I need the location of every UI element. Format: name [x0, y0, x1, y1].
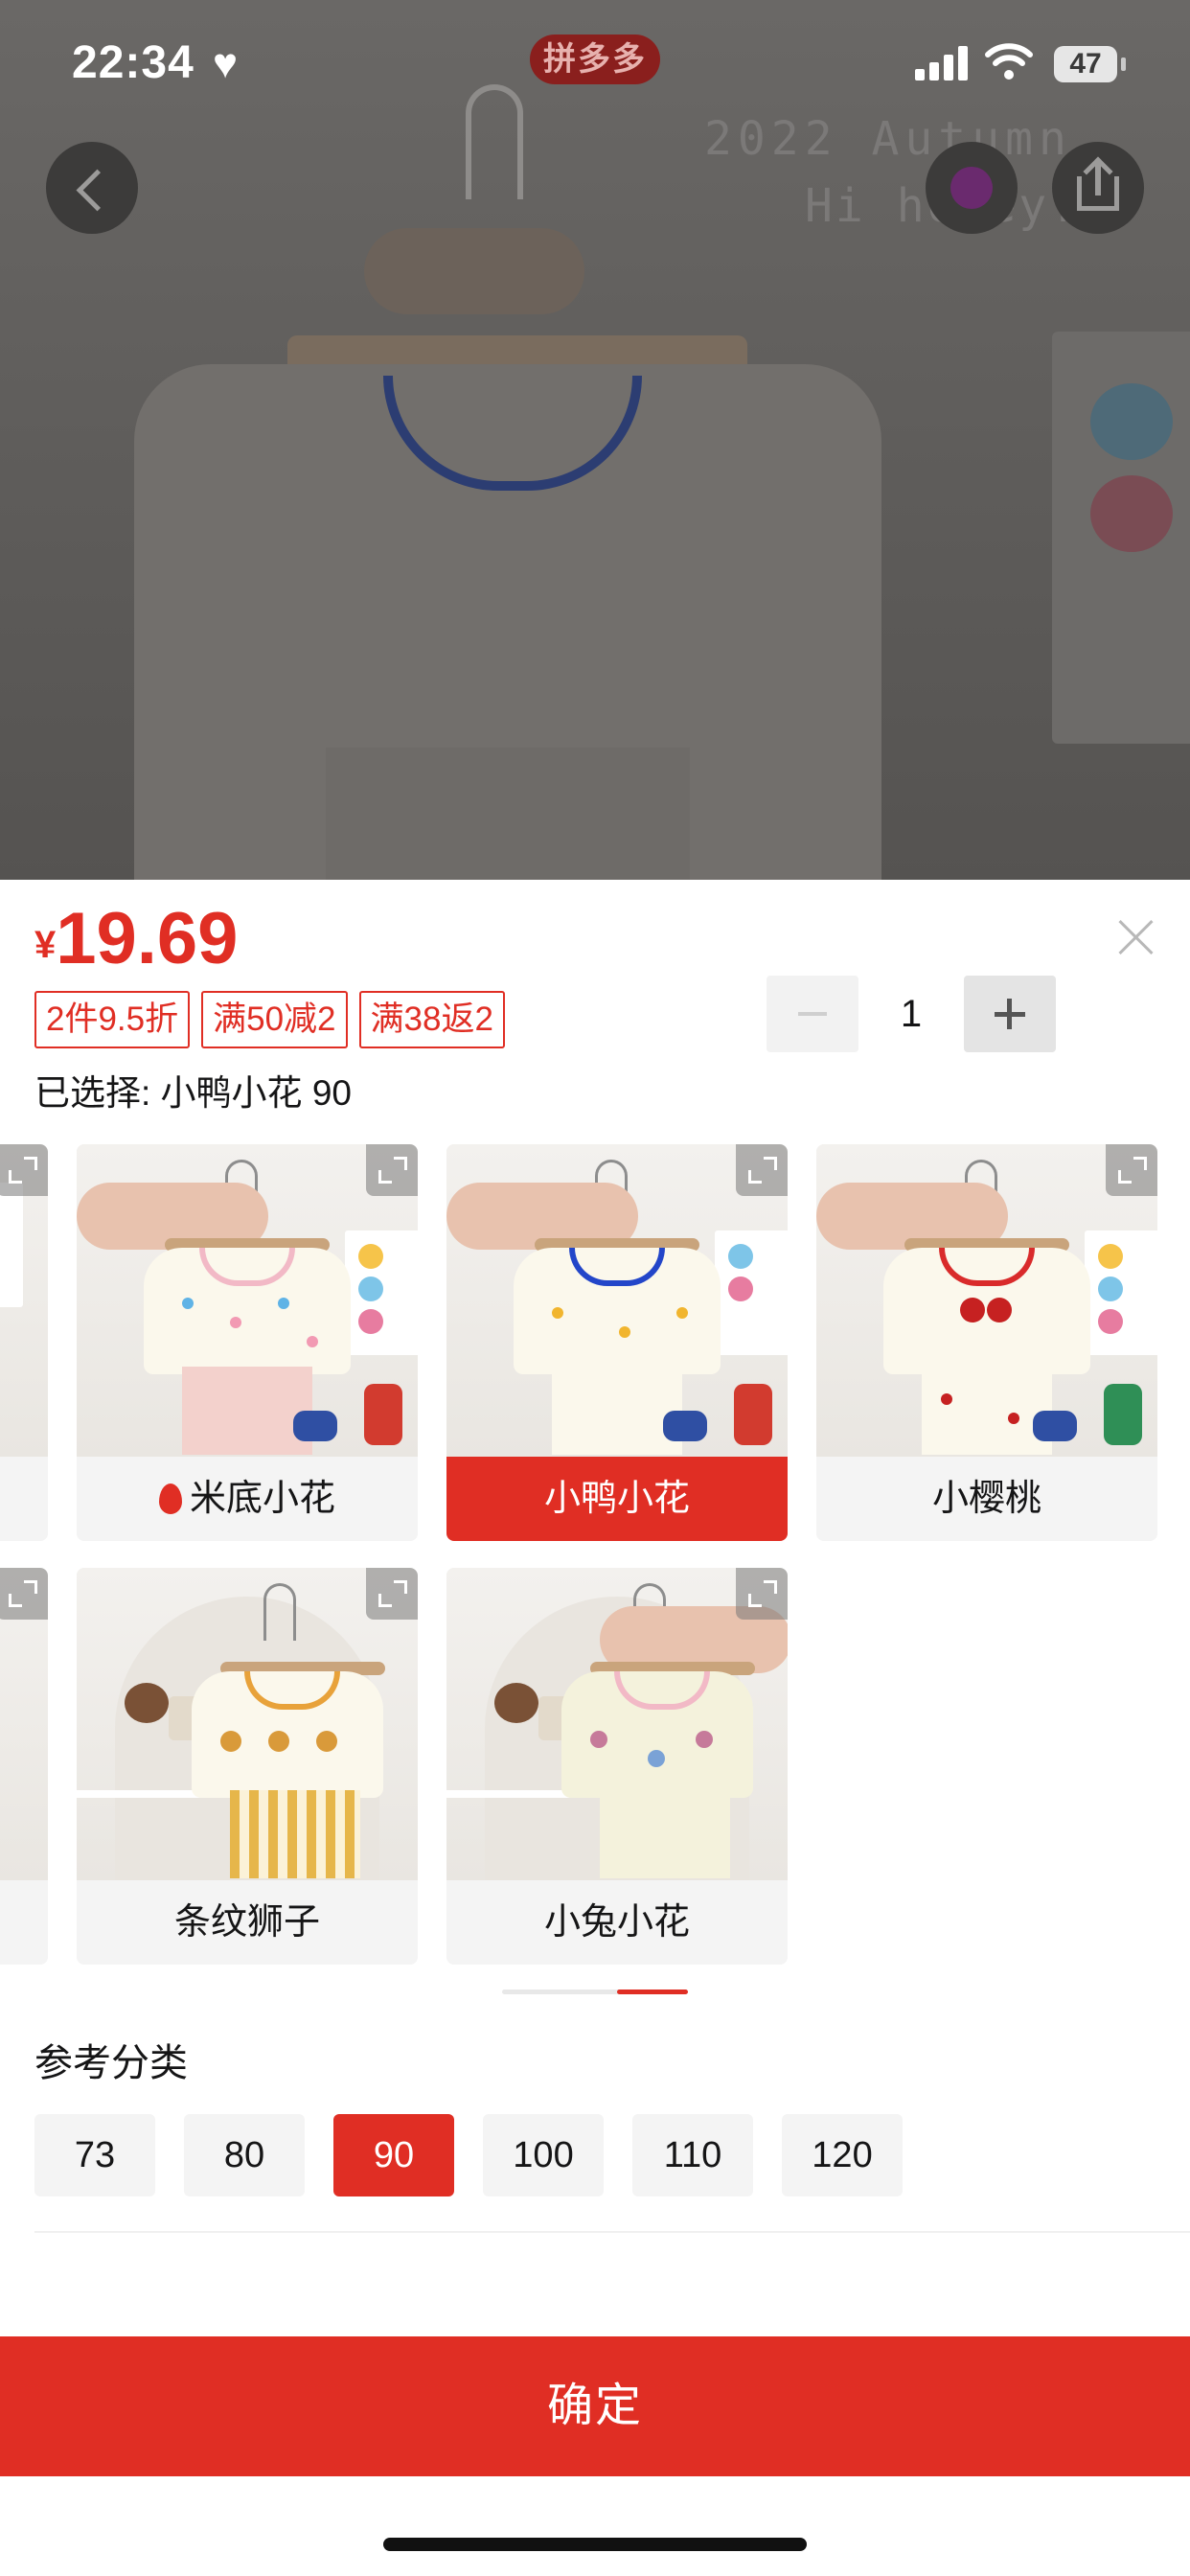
sku-selection-sheet: ¥19.69 2件9.5折 满50减2 满38返2 1 已选择: 小鸭小花 90 [0, 880, 1190, 2576]
status-bar: 22:34 ♥ 拼多多 47 [0, 0, 1190, 129]
expand-icon[interactable] [366, 1144, 418, 1196]
signal-icon [915, 46, 969, 80]
fire-icon [158, 1484, 182, 1514]
carousel-indicator-active [617, 1990, 688, 1994]
style-card[interactable]: 小樱桃 [816, 1144, 1157, 1541]
plus-button[interactable] [964, 976, 1056, 1052]
size-options: 73 80 90 100 110 120 [34, 2114, 903, 2196]
divider [34, 2231, 1190, 2233]
promo-tag: 满38返2 [358, 991, 505, 1048]
style-card[interactable]: 小兔小花 [446, 1568, 788, 1965]
size-option[interactable]: 110 [632, 2114, 753, 2196]
promo-tag: 满50减2 [201, 991, 348, 1048]
status-time: 22:34 [72, 37, 195, 88]
style-label: 条纹狮子 [77, 1880, 418, 1965]
size-option[interactable]: 80 [184, 2114, 305, 2196]
style-options: 米底小花 小鸭小花 小樱桃 条纹狮子 小兔小花 [0, 1144, 1190, 2083]
minus-button[interactable] [767, 976, 858, 1052]
style-card-selected[interactable]: 小鸭小花 [446, 1144, 788, 1541]
quantity-value[interactable]: 1 [858, 976, 964, 1052]
price-currency: ¥ [34, 924, 57, 966]
favorite-button[interactable] [926, 142, 1018, 234]
selected-summary: 已选择: 小鸭小花 90 [34, 1073, 352, 1113]
style-card-partial[interactable] [0, 1144, 48, 1541]
expand-icon[interactable] [1106, 1144, 1157, 1196]
close-icon[interactable] [1111, 912, 1161, 962]
expand-icon[interactable] [736, 1568, 788, 1620]
style-card[interactable]: 条纹狮子 [77, 1568, 418, 1965]
confirm-button[interactable]: 确定 [0, 2336, 1190, 2476]
price: ¥19.69 [34, 897, 238, 980]
expand-icon[interactable] [0, 1144, 48, 1196]
back-button[interactable] [46, 142, 138, 234]
size-option[interactable]: 120 [782, 2114, 903, 2196]
product-hero-image: 2022 Autumn Hi honey! 22:34 ♥ 拼多多 47 [0, 0, 1190, 880]
style-label: 小兔小花 [446, 1880, 788, 1965]
style-label: 米底小花 [77, 1457, 418, 1541]
home-indicator [383, 2538, 807, 2551]
size-option[interactable]: 73 [34, 2114, 155, 2196]
wifi-icon [985, 43, 1033, 80]
style-label: 小樱桃 [816, 1457, 1157, 1541]
size-option-selected[interactable]: 90 [333, 2114, 454, 2196]
hero-garment-pants [326, 748, 690, 880]
size-section-title: 参考分类 [34, 2042, 188, 2084]
hero-poster-line-2: Hi honey! [805, 179, 1077, 233]
expand-icon[interactable] [736, 1144, 788, 1196]
price-value: 19.69 [56, 898, 239, 979]
app-logo: 拼多多 [530, 34, 660, 84]
hero-wall-poster [1052, 332, 1190, 744]
style-card-partial[interactable] [0, 1568, 48, 1965]
style-label: 小鸭小花 [446, 1457, 788, 1541]
battery-icon: 47 [1054, 46, 1117, 82]
promo-tag: 2件9.5折 [34, 991, 191, 1048]
heart-icon: ♥ [213, 40, 239, 87]
expand-icon[interactable] [0, 1568, 48, 1620]
carousel-indicator [502, 1990, 688, 1994]
battery-tip [1121, 58, 1126, 71]
size-option[interactable]: 100 [483, 2114, 604, 2196]
quantity-stepper: 1 [767, 976, 1056, 1052]
share-button[interactable] [1052, 142, 1144, 234]
holding-hand [364, 228, 584, 314]
expand-icon[interactable] [366, 1568, 418, 1620]
style-card[interactable]: 米底小花 [77, 1144, 418, 1541]
promo-tags: 2件9.5折 满50减2 满38返2 [34, 991, 505, 1048]
